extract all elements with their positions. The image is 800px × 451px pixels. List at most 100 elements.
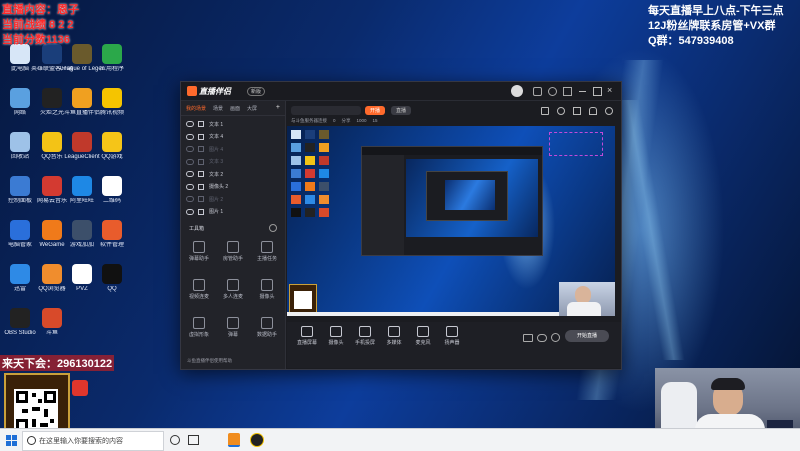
app-icon [102,264,122,284]
desktop-icon[interactable]: 软件管理 [90,220,134,249]
tool-icon [227,317,239,329]
bottom-bar-button[interactable]: 手机投屏 [351,326,379,346]
toolbox-item[interactable]: 主播任务 [252,241,282,262]
live-mode-button[interactable]: 直播 [391,106,412,115]
minimize-icon[interactable] [579,91,586,92]
schedule-label: 每天直播早上八点-下午三点 [648,5,784,17]
toolbox-item[interactable]: 多人连麦 [218,279,248,300]
tool-label: 视频连麦 [188,294,209,300]
live-start-small-button[interactable]: 开播 [365,106,386,115]
lock-icon[interactable] [198,196,204,203]
taskbar-app-obs-icon[interactable] [250,433,264,447]
tab-screen[interactable]: 画面 [230,105,240,112]
tool-label: 弹幕 [227,332,238,338]
preview-webcam [559,282,615,316]
eye-icon[interactable] [186,133,194,140]
cortana-icon[interactable] [170,435,180,445]
lock-icon[interactable] [198,121,204,128]
source-label: 摄像头 2 [209,184,229,191]
source-item[interactable]: 文本 4 [181,131,285,144]
eye-icon[interactable] [186,121,194,128]
source-item[interactable]: 文本 3 [181,156,285,169]
start-menu-icon[interactable] [6,435,17,446]
lock-icon[interactable] [198,183,204,190]
bell-icon[interactable] [589,107,597,115]
source-panel: 我的场景 场景 画面 大屏 + 文本 1 文本 4 图片 4 文本 3 文本 2 摄像头 … [181,101,286,369]
app-icon [42,44,62,64]
source-item[interactable]: 图片 4 [181,143,285,156]
lock-icon[interactable] [541,107,549,115]
toolbox-item[interactable]: 数据助手 [252,317,282,338]
eye-icon[interactable] [186,146,194,153]
pin-icon[interactable] [573,107,581,115]
toolbox-item[interactable]: 虚拟形象 [184,317,214,338]
source-item[interactable]: 图片 2 [181,193,285,206]
bottom-bar-button[interactable]: 直播屏幕 [293,326,321,346]
bottom-bar-button[interactable]: 摄像头 [322,326,350,346]
lock-icon[interactable] [198,208,204,215]
eye-icon[interactable] [186,183,194,190]
lock-icon[interactable] [198,146,204,153]
bottom-bar-button[interactable]: 麦克风 [409,326,437,346]
tab-my-scene[interactable]: 我的场景 [186,105,206,112]
tab-scene[interactable]: 场景 [213,105,223,112]
toolbox-item[interactable]: 摄像头 [252,279,282,300]
audio-toggle-icon[interactable] [523,334,533,342]
bottom-control-bar: 直播屏幕 摄像头 手机投屏 多媒体 麦克风 扬声器 开始直播 [287,322,621,368]
eye-icon[interactable] [537,334,547,342]
desktop-icon-label: QQ [107,286,117,292]
avatar[interactable] [511,85,523,97]
app-icon [102,132,122,152]
close-icon[interactable]: × [607,85,612,95]
start-live-button[interactable]: 开始直播 [565,330,609,342]
bottom-bar-button[interactable]: 扬声器 [438,326,466,346]
toolbox-item[interactable]: 视频连麦 [184,279,214,300]
taskbar-app-douyu-icon[interactable] [228,433,240,447]
message-icon[interactable] [533,87,542,96]
settings-icon[interactable] [548,87,557,96]
eye-icon[interactable] [186,208,194,215]
bottom-bar-button[interactable]: 多媒体 [380,326,408,346]
app-icon [72,176,92,196]
eye-icon[interactable] [186,158,194,165]
toolbox-settings-icon[interactable] [269,224,277,232]
search-input[interactable] [291,106,361,115]
skin-icon[interactable] [563,87,572,96]
gear-icon[interactable] [551,333,560,342]
tool-icon [261,279,273,291]
desktop-icon[interactable]: 二维码 [90,176,134,205]
desktop-icon[interactable]: 应用程序 [90,44,134,73]
toolbox-item[interactable]: 房管助手 [218,241,248,262]
desktop-icon[interactable]: 斗鱼 [30,308,74,337]
app-icon [10,220,30,240]
toolbox-item[interactable]: 弹幕 [218,317,248,338]
desktop-icon[interactable]: QQ [90,264,134,293]
status-bitrate: 1000 [356,118,367,123]
source-item[interactable]: 文本 1 [181,118,285,131]
taskbar-search-input[interactable]: 在这里输入你要搜索的内容 [22,431,164,451]
footer-help-text[interactable]: 斗鱼直播伴侣使用帮助 [187,358,232,364]
maximize-icon[interactable] [593,87,602,96]
tab-bigscreen[interactable]: 大屏 [247,105,257,112]
lock-icon[interactable] [198,133,204,140]
eye-icon[interactable] [186,171,194,178]
app-icon [42,176,62,196]
task-view-icon[interactable] [188,435,199,445]
desktop-icon[interactable]: QQ游戏 [90,132,134,161]
tool-icon [261,317,273,329]
eye-icon[interactable] [186,196,194,203]
share-icon[interactable] [605,107,613,115]
bottom-bar-icon [417,326,429,337]
version-badge[interactable]: 新版 [247,87,266,96]
stream-preview[interactable] [287,126,615,316]
lock-icon[interactable] [198,158,204,165]
add-source-button[interactable]: + [276,104,280,112]
source-item[interactable]: 摄像头 2 [181,181,285,194]
refresh-icon[interactable] [557,107,565,115]
lock-icon[interactable] [198,171,204,178]
source-item[interactable]: 图片 1 [181,206,285,219]
status-fps: 15 [372,118,378,123]
source-item[interactable]: 文本 2 [181,168,285,181]
toolbox-item[interactable]: 弹幕助手 [184,241,214,262]
desktop-icon[interactable]: 腾讯视频 [90,88,134,117]
